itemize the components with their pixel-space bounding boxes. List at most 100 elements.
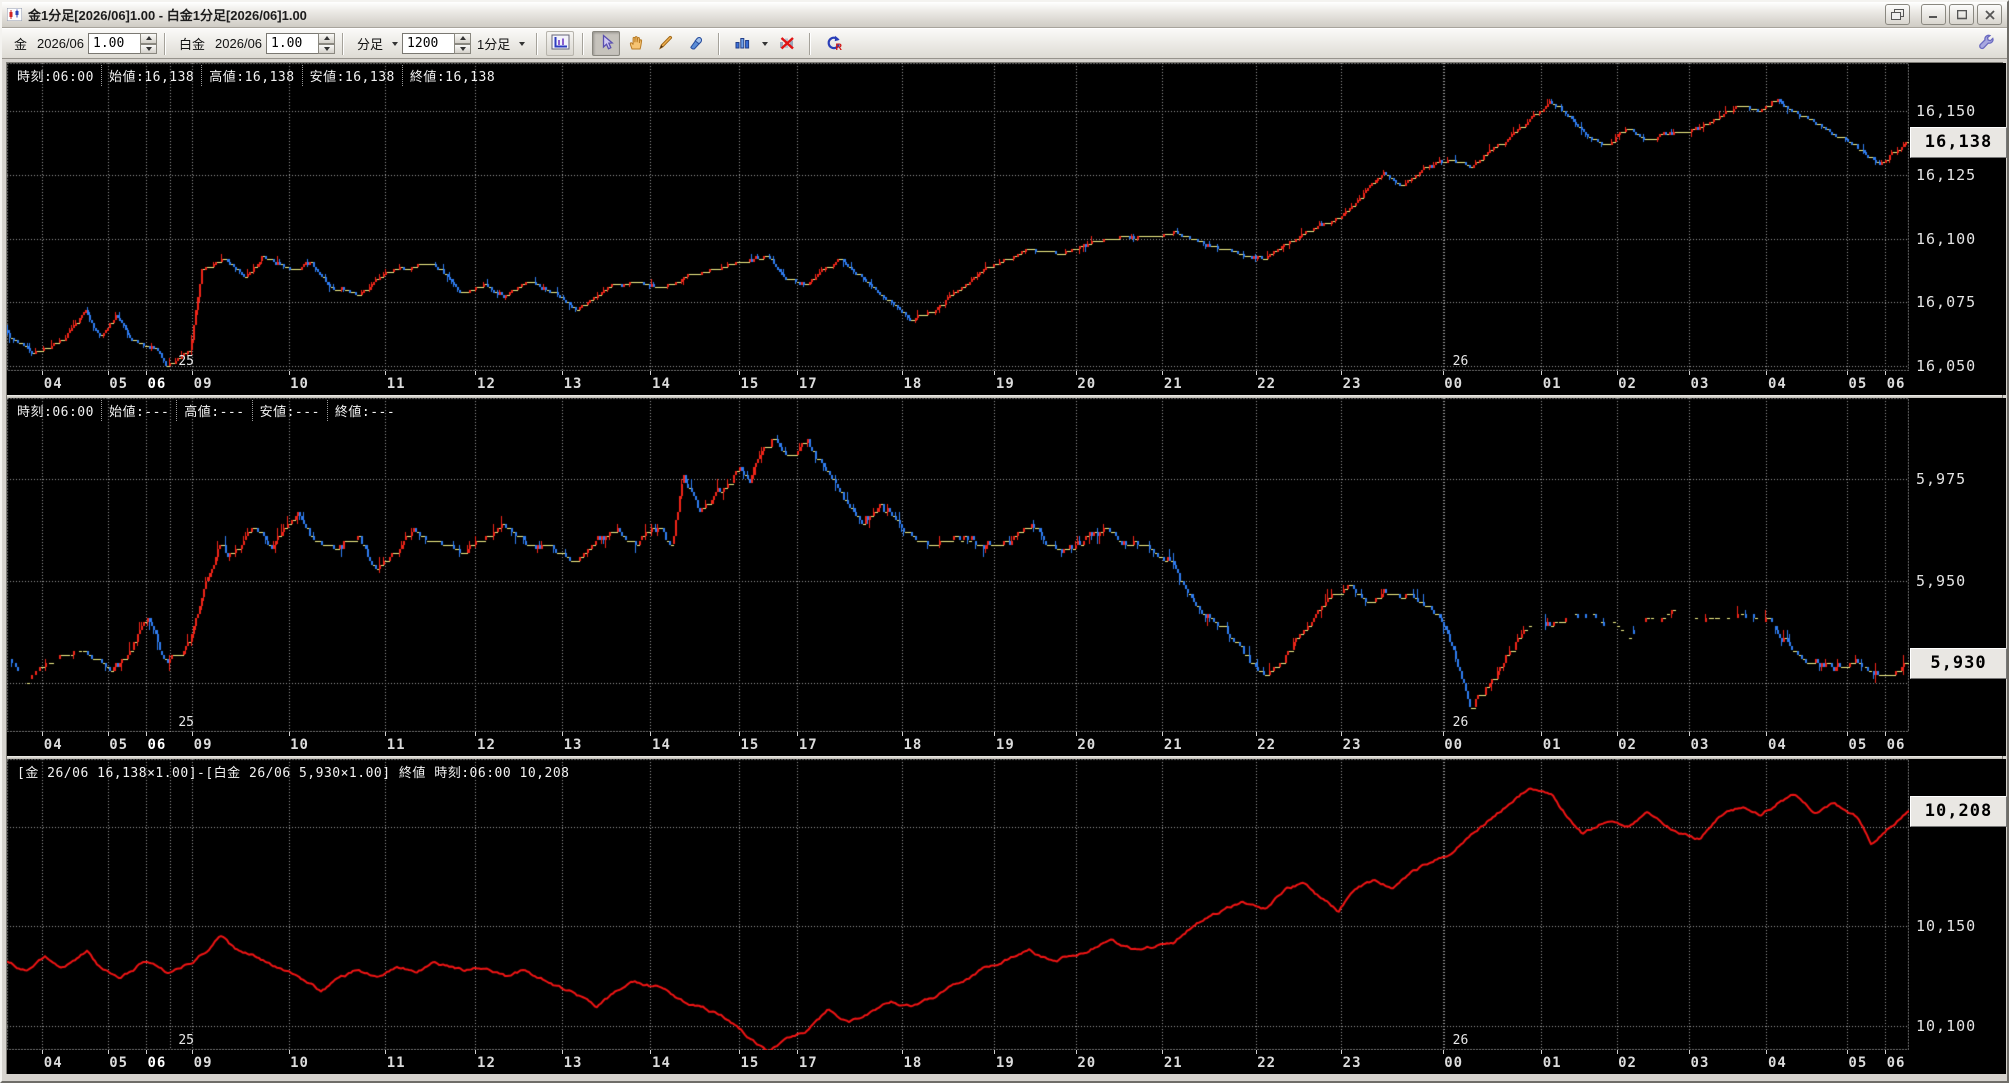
info-segment: 終値:---: [334, 405, 396, 420]
x-axis-tick: [650, 371, 651, 375]
down-arrow-icon: [459, 46, 466, 51]
platinum-current-price-box: 5,930: [1910, 647, 2007, 679]
x-axis-label: 15: [740, 737, 760, 753]
chart-type-button[interactable]: [728, 31, 756, 56]
instrument1-multiplier-input[interactable]: [88, 33, 141, 54]
x-axis-tick: [1885, 1050, 1886, 1054]
info-segment: 高値:16,138: [202, 65, 303, 86]
x-axis-label: 01: [1542, 1055, 1562, 1071]
x-axis-tick: [146, 1050, 147, 1054]
y-axis-label: 16,100: [1916, 229, 1977, 248]
bar-type-dropdown-button[interactable]: [387, 33, 402, 54]
gold-price-axis: 16,150 16,125 16,100 16,075 16,050 16,138: [1909, 63, 2007, 375]
x-axis-tick: [1617, 1050, 1618, 1054]
x-axis-label: 11: [386, 737, 406, 753]
x-axis-tick: [1766, 1050, 1767, 1054]
hand-pan-button[interactable]: [622, 31, 650, 56]
x-axis-tick: [1689, 1050, 1690, 1054]
bar-type-label: 分足: [357, 37, 384, 52]
toolbar-separator: [582, 32, 585, 55]
settings-wrench-button[interactable]: [1972, 31, 2000, 56]
y-axis-label: 16,050: [1916, 356, 1977, 375]
x-axis-label: 20: [1077, 737, 1097, 753]
x-axis-tick: [475, 371, 476, 375]
instrument2-multiplier-input[interactable]: [266, 33, 319, 54]
x-axis-label: 14: [652, 1055, 671, 1071]
instrument1-month-label: 2026/06: [37, 36, 85, 51]
x-axis-tick: [1847, 371, 1848, 375]
x-axis-tick: [1076, 371, 1077, 375]
instrument2-multiplier-down-button[interactable]: [318, 43, 336, 54]
x-axis-tick: [1541, 732, 1542, 736]
info-segment: 安値:---: [253, 400, 328, 421]
info-segment: 始値:16,138: [102, 65, 203, 86]
bar-count-input[interactable]: [402, 33, 455, 54]
gold-time-axis: 04 05 06 09 10 11 12 13 14 15 17 18 19 20 21 22 23 00 01 02…: [7, 371, 1909, 395]
cursor-select-button[interactable]: [592, 31, 621, 56]
x-axis-tick: [1885, 732, 1886, 736]
y-axis-label: 10,100: [1916, 1017, 1977, 1036]
up-arrow-icon: [145, 36, 152, 41]
x-axis-label: 09: [193, 1055, 213, 1071]
x-axis-label: 04: [1767, 1055, 1787, 1071]
chart-area: 時刻:06:00 始値:16,138 高値:16,138 安値:16,138 終値:16…: [6, 62, 2007, 1074]
instrument1-multiplier-up-button[interactable]: [140, 33, 158, 44]
minimize-button[interactable]: [1921, 4, 1946, 25]
x-axis-label: 12: [477, 1055, 496, 1071]
x-axis-label: 19: [995, 737, 1015, 753]
x-axis-tick: [1617, 732, 1618, 736]
chart-properties-button[interactable]: [546, 31, 575, 56]
up-arrow-icon: [459, 36, 466, 41]
instrument2-month-label: 2026/06: [215, 36, 263, 51]
x-axis-label: 06: [1886, 737, 1906, 753]
eraser-icon: [687, 34, 705, 54]
gold-chart-canvas[interactable]: [7, 63, 1909, 371]
platinum-chart-canvas[interactable]: [7, 398, 1909, 732]
axis-corner: [1909, 1050, 2006, 1074]
x-axis-label: 17: [798, 376, 818, 392]
x-axis-tick: [42, 371, 43, 375]
clear-chart-icon: [778, 34, 796, 53]
spread-price-axis: 10,150 10,100 10,208: [1909, 759, 2007, 1050]
x-axis-tick: [192, 1050, 193, 1054]
x-axis-label: 09: [193, 376, 213, 392]
hand-icon: [627, 34, 646, 54]
close-button[interactable]: [1977, 4, 2002, 25]
wrench-icon: [1977, 33, 1996, 54]
instrument2-multiplier-up-button[interactable]: [318, 33, 336, 44]
float-window-button[interactable]: [1885, 4, 1910, 25]
x-axis-label: 02: [1618, 376, 1637, 392]
toolbar-separator: [809, 32, 812, 55]
x-axis-label: 20: [1077, 1055, 1097, 1071]
toolbar: 金 2026/06 白金 2026/06 分足: [2, 28, 2007, 59]
spread-chart-canvas[interactable]: [7, 759, 1909, 1050]
pencil-draw-button[interactable]: [652, 31, 680, 56]
x-axis-tick: [1076, 732, 1077, 736]
gold-plot: 時刻:06:00 始値:16,138 高値:16,138 安値:16,138 終値:16…: [7, 63, 1909, 371]
x-axis-label: 04: [43, 376, 63, 392]
instrument1-multiplier-down-button[interactable]: [140, 43, 158, 54]
x-axis-label: 21: [1163, 1055, 1183, 1071]
day-marker-label: 25: [178, 354, 194, 369]
x-axis-label: 14: [652, 376, 671, 392]
pencil-icon: [657, 34, 675, 54]
eraser-button[interactable]: [682, 31, 710, 56]
x-axis-tick: [1766, 371, 1767, 375]
info-segment: 時刻:06:00: [10, 400, 102, 421]
x-axis-tick: [1766, 732, 1767, 736]
x-axis-tick: [385, 371, 386, 375]
x-axis-tick: [108, 1050, 109, 1054]
x-axis-tick: [739, 1050, 740, 1054]
bar-count-down-button[interactable]: [454, 43, 472, 54]
bar-count-up-button[interactable]: [454, 33, 472, 44]
x-axis-label: 00: [1444, 376, 1464, 392]
spread-panel: [金 26/06 16,138×1.00]-[白金 26/06 5,930×1.…: [7, 759, 2007, 1074]
reload-button[interactable]: R: [819, 31, 847, 56]
clear-drawings-button[interactable]: [773, 31, 801, 56]
x-axis-label: 05: [1848, 376, 1868, 392]
interval-dropdown-button[interactable]: [514, 33, 529, 54]
chart-type-dropdown-button[interactable]: [757, 33, 772, 54]
maximize-button[interactable]: [1949, 4, 1974, 25]
x-axis-tick: [1256, 371, 1257, 375]
y-axis-label: 10,150: [1916, 917, 1977, 936]
